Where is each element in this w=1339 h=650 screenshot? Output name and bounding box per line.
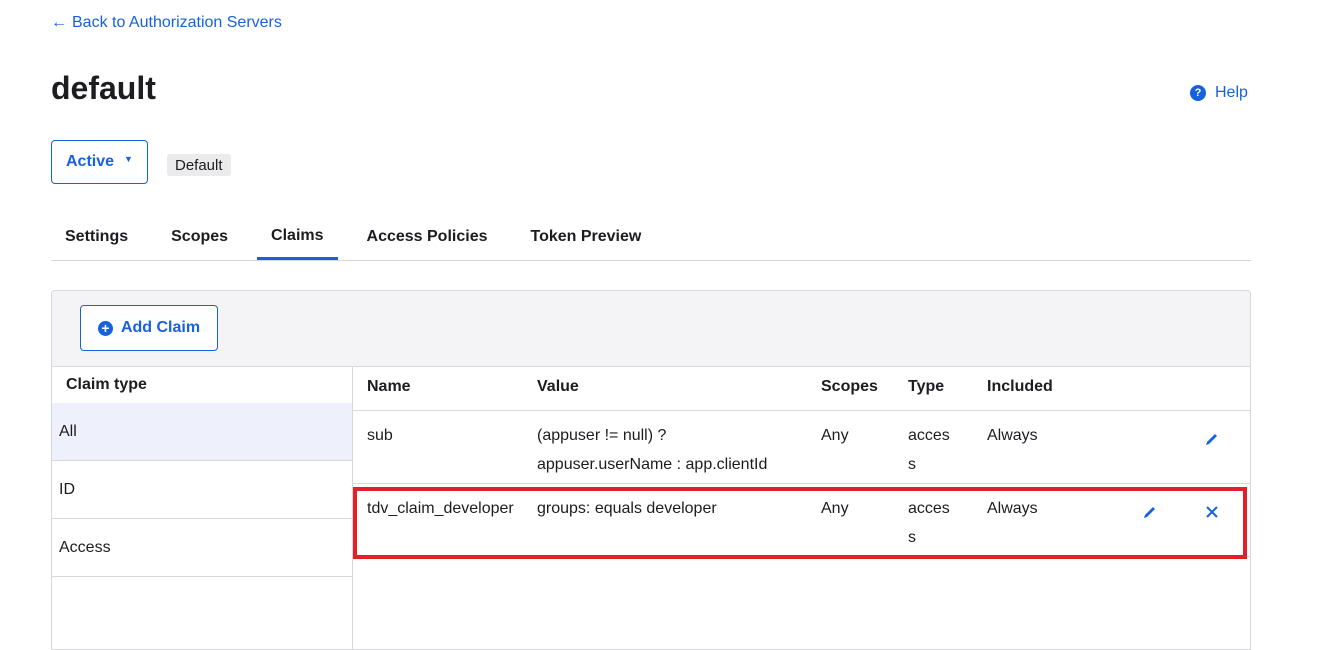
claim-type: access <box>908 427 950 473</box>
sidebar-item-label: ID <box>59 480 75 498</box>
header-type: Type <box>908 378 945 395</box>
back-link[interactable]: ← Back to Authorization Servers <box>51 14 282 32</box>
plus-circle-icon: + <box>97 320 113 336</box>
claim-value: (appuser != null) ? appuser.userName : a… <box>537 427 768 473</box>
status-label: Active <box>66 153 115 170</box>
table-row: sub (appuser != null) ? appuser.userName… <box>353 411 1250 484</box>
default-badge: Default <box>167 154 231 176</box>
claim-type: access <box>908 500 950 546</box>
sidebar-item-all[interactable]: All <box>52 403 352 461</box>
claims-panel: + Add Claim Claim type All ID Access Nam… <box>51 290 1251 650</box>
tab-settings[interactable]: Settings <box>51 214 142 260</box>
table-header: Name Value Scopes Type Included <box>353 366 1250 411</box>
sidebar-item-label: Access <box>59 538 111 556</box>
caret-down-icon: ▼ <box>124 154 133 164</box>
arrow-left-icon: ← <box>51 14 67 31</box>
page-title: default <box>51 70 156 106</box>
tab-bar: Settings Scopes Claims Access Policies T… <box>51 214 1251 261</box>
add-claim-label: Add Claim <box>120 319 201 336</box>
pencil-icon[interactable] <box>1202 429 1222 449</box>
header-included: Included <box>987 378 1053 395</box>
header-value: Value <box>537 378 579 395</box>
help-label: Help <box>1215 84 1248 101</box>
claims-table: Name Value Scopes Type Included sub (app… <box>353 366 1250 649</box>
claim-name: tdv_claim_developer <box>367 500 514 517</box>
claim-included: Always <box>987 427 1038 444</box>
claim-name: sub <box>367 427 393 444</box>
tab-token-preview[interactable]: Token Preview <box>516 214 655 260</box>
sidebar-item-access[interactable]: Access <box>52 519 352 577</box>
back-link-label: Back to Authorization Servers <box>72 14 282 31</box>
help-link[interactable]: ? Help <box>1190 84 1248 102</box>
close-icon[interactable] <box>1202 502 1222 522</box>
claim-type-sidebar: Claim type All ID Access <box>52 366 353 649</box>
claim-value: groups: equals developer <box>537 500 717 517</box>
tab-scopes[interactable]: Scopes <box>157 214 242 260</box>
claim-scopes: Any <box>821 427 849 444</box>
claims-toolbar: + Add Claim <box>52 291 1250 367</box>
add-claim-button[interactable]: + Add Claim <box>80 305 218 351</box>
question-circle-icon: ? <box>1190 85 1206 101</box>
sidebar-item-label: All <box>59 422 77 440</box>
claim-scopes: Any <box>821 500 849 517</box>
header-name: Name <box>367 378 411 395</box>
sidebar-item-id[interactable]: ID <box>52 461 352 519</box>
tab-claims[interactable]: Claims <box>257 214 338 260</box>
claim-type-heading: Claim type <box>66 375 147 393</box>
pencil-icon[interactable] <box>1140 502 1160 522</box>
table-row: tdv_claim_developer groups: equals devel… <box>353 484 1250 557</box>
claim-included: Always <box>987 500 1038 517</box>
tab-access-policies[interactable]: Access Policies <box>353 214 502 260</box>
status-dropdown[interactable]: Active ▼ <box>51 140 148 184</box>
header-scopes: Scopes <box>821 378 878 395</box>
